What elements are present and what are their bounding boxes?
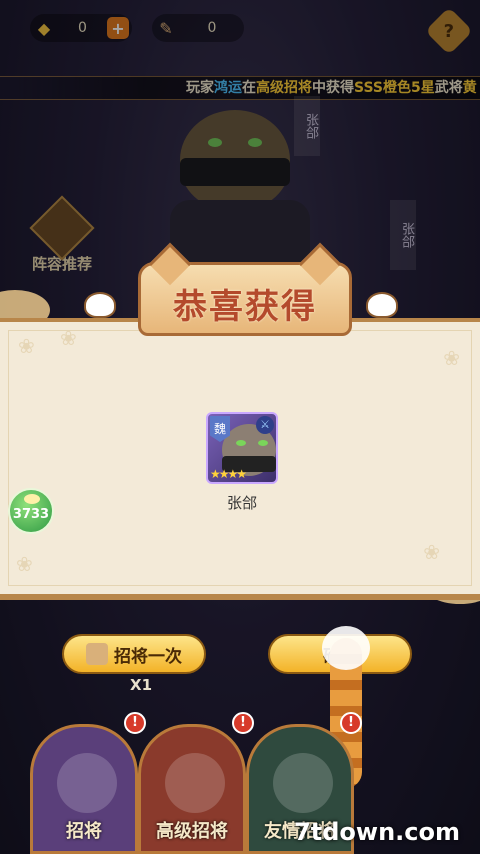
scroll-icon [86, 643, 108, 665]
tab-label: 高级招将 [156, 821, 228, 842]
tutorial-paw-icon [322, 626, 370, 670]
paw-decoration-icon: ❀ [60, 326, 77, 350]
tab-advanced-recruit[interactable]: 高级招将 [138, 724, 246, 854]
paw-decoration-icon: ❀ [18, 334, 35, 358]
hero-card[interactable]: 魏 ⚔ ★★★★ [206, 412, 278, 484]
draw-once-button[interactable]: 招将一次 [62, 634, 206, 674]
site-watermark: 7tdown.com [294, 818, 460, 846]
currency-bubble[interactable]: 3733 [8, 488, 54, 534]
hero-name: 张郃 [226, 494, 257, 512]
paw-decoration-icon: ❀ [423, 540, 440, 564]
cat-paw-left-icon [84, 292, 116, 318]
coin-face-icon [24, 494, 40, 504]
game-screen: ◆ 0 + ✎ 0 ? 玩家鸿运在高级招将中获得SSS橙色5星武将黄 张郃 张郃… [0, 0, 480, 854]
draw-cost: X1 [130, 676, 153, 694]
paw-decoration-icon: ❀ [443, 346, 460, 370]
notification-badge: ! [124, 712, 146, 734]
tab-label: 招将 [66, 821, 102, 842]
cat-paw-right-icon [366, 292, 398, 318]
draw-once-label: 招将一次 [114, 646, 182, 667]
notification-badge: ! [232, 712, 254, 734]
currency-value: 3733 [12, 507, 50, 522]
paw-decoration-icon: ❀ [16, 552, 33, 576]
star-rating: ★★★★ [210, 467, 247, 481]
class-icon: ⚔ [256, 416, 274, 434]
title-plate: 恭喜获得 [138, 242, 352, 336]
modal-title: 恭喜获得 [173, 287, 317, 327]
notification-badge: ! [340, 712, 362, 734]
tab-normal-recruit[interactable]: 招将 [30, 724, 138, 854]
